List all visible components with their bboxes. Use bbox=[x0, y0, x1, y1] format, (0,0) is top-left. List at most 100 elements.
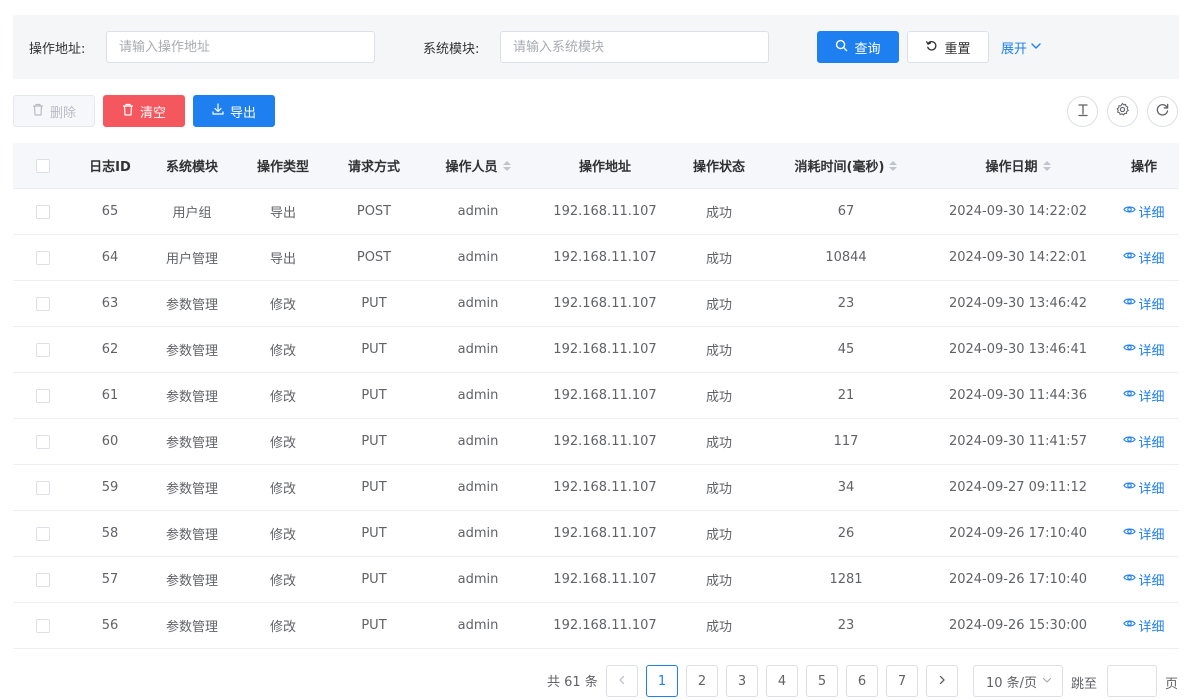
table-row: 61 参数管理 修改 PUT admin 192.168.11.107 成功 21 2024-0… bbox=[13, 373, 1179, 419]
row-checkbox[interactable] bbox=[36, 388, 50, 403]
detail-link[interactable]: 详细 bbox=[1123, 524, 1165, 543]
detail-link[interactable]: 详细 bbox=[1123, 294, 1165, 313]
table-row: 57 参数管理 修改 PUT admin 192.168.11.107 成功 1281 2024… bbox=[13, 557, 1179, 603]
cell-status: 成功 bbox=[705, 620, 732, 635]
sort-icon[interactable] bbox=[1042, 160, 1051, 171]
trash-icon bbox=[122, 103, 134, 120]
refresh-button[interactable] bbox=[1147, 96, 1178, 127]
page-button[interactable]: 7 bbox=[886, 665, 918, 697]
cell-op-date: 2024-09-30 14:22:02 bbox=[948, 204, 1088, 219]
eye-icon bbox=[1123, 203, 1137, 220]
expand-link[interactable]: 展开 bbox=[1001, 38, 1042, 57]
row-checkbox[interactable] bbox=[36, 250, 50, 265]
row-checkbox[interactable] bbox=[36, 434, 50, 449]
row-checkbox[interactable] bbox=[36, 342, 50, 357]
row-select-cell bbox=[13, 388, 73, 403]
page-button[interactable]: 3 bbox=[726, 665, 758, 697]
cell-log-id: 62 bbox=[101, 342, 119, 357]
row-checkbox[interactable] bbox=[36, 296, 50, 311]
cell-op-type: 修改 bbox=[269, 436, 296, 451]
cell-actions: 详细 bbox=[1109, 432, 1179, 451]
detail-link[interactable]: 详细 bbox=[1123, 570, 1165, 589]
cell-method: POST bbox=[356, 250, 392, 265]
cell-cost-time: 1281 bbox=[829, 572, 863, 587]
cell-address: 192.168.11.107 bbox=[553, 250, 657, 265]
cell-operator: admin bbox=[457, 572, 499, 587]
page-size-select[interactable]: 10 条/页 bbox=[973, 665, 1063, 697]
cell-actions: 详细 bbox=[1109, 616, 1179, 635]
cell-status: 成功 bbox=[705, 344, 732, 359]
detail-label: 详细 bbox=[1138, 528, 1165, 543]
cell-status: 成功 bbox=[705, 206, 732, 221]
detail-link[interactable]: 详细 bbox=[1123, 616, 1165, 635]
cell-actions: 详细 bbox=[1109, 340, 1179, 359]
column-height-button[interactable] bbox=[1067, 96, 1098, 127]
row-checkbox[interactable] bbox=[36, 480, 50, 495]
page-button[interactable]: 4 bbox=[766, 665, 798, 697]
row-checkbox[interactable] bbox=[36, 618, 50, 633]
log-table: 日志ID 系统模块 操作类型 请求方式 操作人员 操作地址 操作状态 消耗时间(… bbox=[13, 143, 1179, 649]
detail-link[interactable]: 详细 bbox=[1123, 248, 1165, 267]
detail-label: 详细 bbox=[1138, 620, 1165, 635]
row-checkbox[interactable] bbox=[36, 572, 50, 587]
delete-button[interactable]: 删除 bbox=[13, 95, 95, 127]
detail-link[interactable]: 详细 bbox=[1123, 202, 1165, 221]
page-button[interactable]: 5 bbox=[806, 665, 838, 697]
detail-link[interactable]: 详细 bbox=[1123, 386, 1165, 405]
detail-link[interactable]: 详细 bbox=[1123, 478, 1165, 497]
detail-label: 详细 bbox=[1138, 252, 1165, 267]
cell-log-id: 59 bbox=[101, 480, 119, 495]
header-cost-time[interactable]: 消耗时间(毫秒) bbox=[765, 156, 927, 175]
cell-method: PUT bbox=[361, 526, 387, 541]
clear-button[interactable]: 清空 bbox=[103, 95, 185, 127]
export-button[interactable]: 导出 bbox=[193, 95, 275, 127]
cell-operator: admin bbox=[457, 388, 499, 403]
cell-address: 192.168.11.107 bbox=[553, 526, 657, 541]
cell-status: 成功 bbox=[705, 482, 732, 497]
query-button[interactable]: 查询 bbox=[817, 31, 899, 63]
row-checkbox[interactable] bbox=[36, 204, 50, 219]
address-input[interactable] bbox=[106, 31, 375, 63]
detail-label: 详细 bbox=[1138, 206, 1165, 221]
cell-operator: admin bbox=[457, 204, 499, 219]
reset-button[interactable]: 重置 bbox=[907, 31, 989, 63]
sort-icon[interactable] bbox=[502, 160, 511, 171]
select-all-checkbox[interactable] bbox=[36, 158, 50, 173]
header-module: 系统模块 bbox=[165, 160, 218, 175]
page-button[interactable]: 1 bbox=[646, 665, 678, 697]
cell-log-id: 65 bbox=[101, 204, 119, 219]
row-checkbox[interactable] bbox=[36, 526, 50, 541]
cell-operator: admin bbox=[457, 618, 499, 633]
header-op-date[interactable]: 操作日期 bbox=[927, 156, 1109, 175]
cell-op-type: 导出 bbox=[269, 206, 296, 221]
prev-page-button[interactable] bbox=[606, 665, 638, 697]
detail-link[interactable]: 详细 bbox=[1123, 432, 1165, 451]
clear-label: 清空 bbox=[139, 105, 166, 121]
cell-address: 192.168.11.107 bbox=[553, 618, 657, 633]
cell-method: PUT bbox=[361, 572, 387, 587]
cell-address: 192.168.11.107 bbox=[553, 342, 657, 357]
header-address: 操作地址 bbox=[578, 160, 631, 175]
cell-status: 成功 bbox=[705, 252, 732, 267]
header-operator[interactable]: 操作人员 bbox=[419, 156, 537, 175]
page-button[interactable]: 6 bbox=[846, 665, 878, 697]
chevron-left-icon bbox=[617, 674, 627, 689]
column-settings-button[interactable] bbox=[1107, 96, 1138, 127]
cell-module: 参数管理 bbox=[165, 390, 218, 405]
eye-icon bbox=[1123, 433, 1137, 450]
cell-method: PUT bbox=[361, 296, 387, 311]
expand-label: 展开 bbox=[1001, 42, 1028, 57]
cell-op-date: 2024-09-27 09:11:12 bbox=[948, 480, 1088, 495]
cell-log-id: 64 bbox=[101, 250, 119, 265]
cell-op-date: 2024-09-30 11:44:36 bbox=[948, 388, 1088, 403]
text-height-icon bbox=[1076, 103, 1090, 121]
detail-link[interactable]: 详细 bbox=[1123, 340, 1165, 359]
jump-page-input[interactable] bbox=[1107, 665, 1157, 697]
row-select-cell bbox=[13, 296, 73, 311]
next-page-button[interactable] bbox=[926, 665, 958, 697]
detail-label: 详细 bbox=[1138, 436, 1165, 451]
table-row: 56 参数管理 修改 PUT admin 192.168.11.107 成功 23 2024-0… bbox=[13, 603, 1179, 649]
page-button[interactable]: 2 bbox=[686, 665, 718, 697]
sort-icon[interactable] bbox=[889, 160, 898, 171]
module-input[interactable] bbox=[500, 31, 769, 63]
